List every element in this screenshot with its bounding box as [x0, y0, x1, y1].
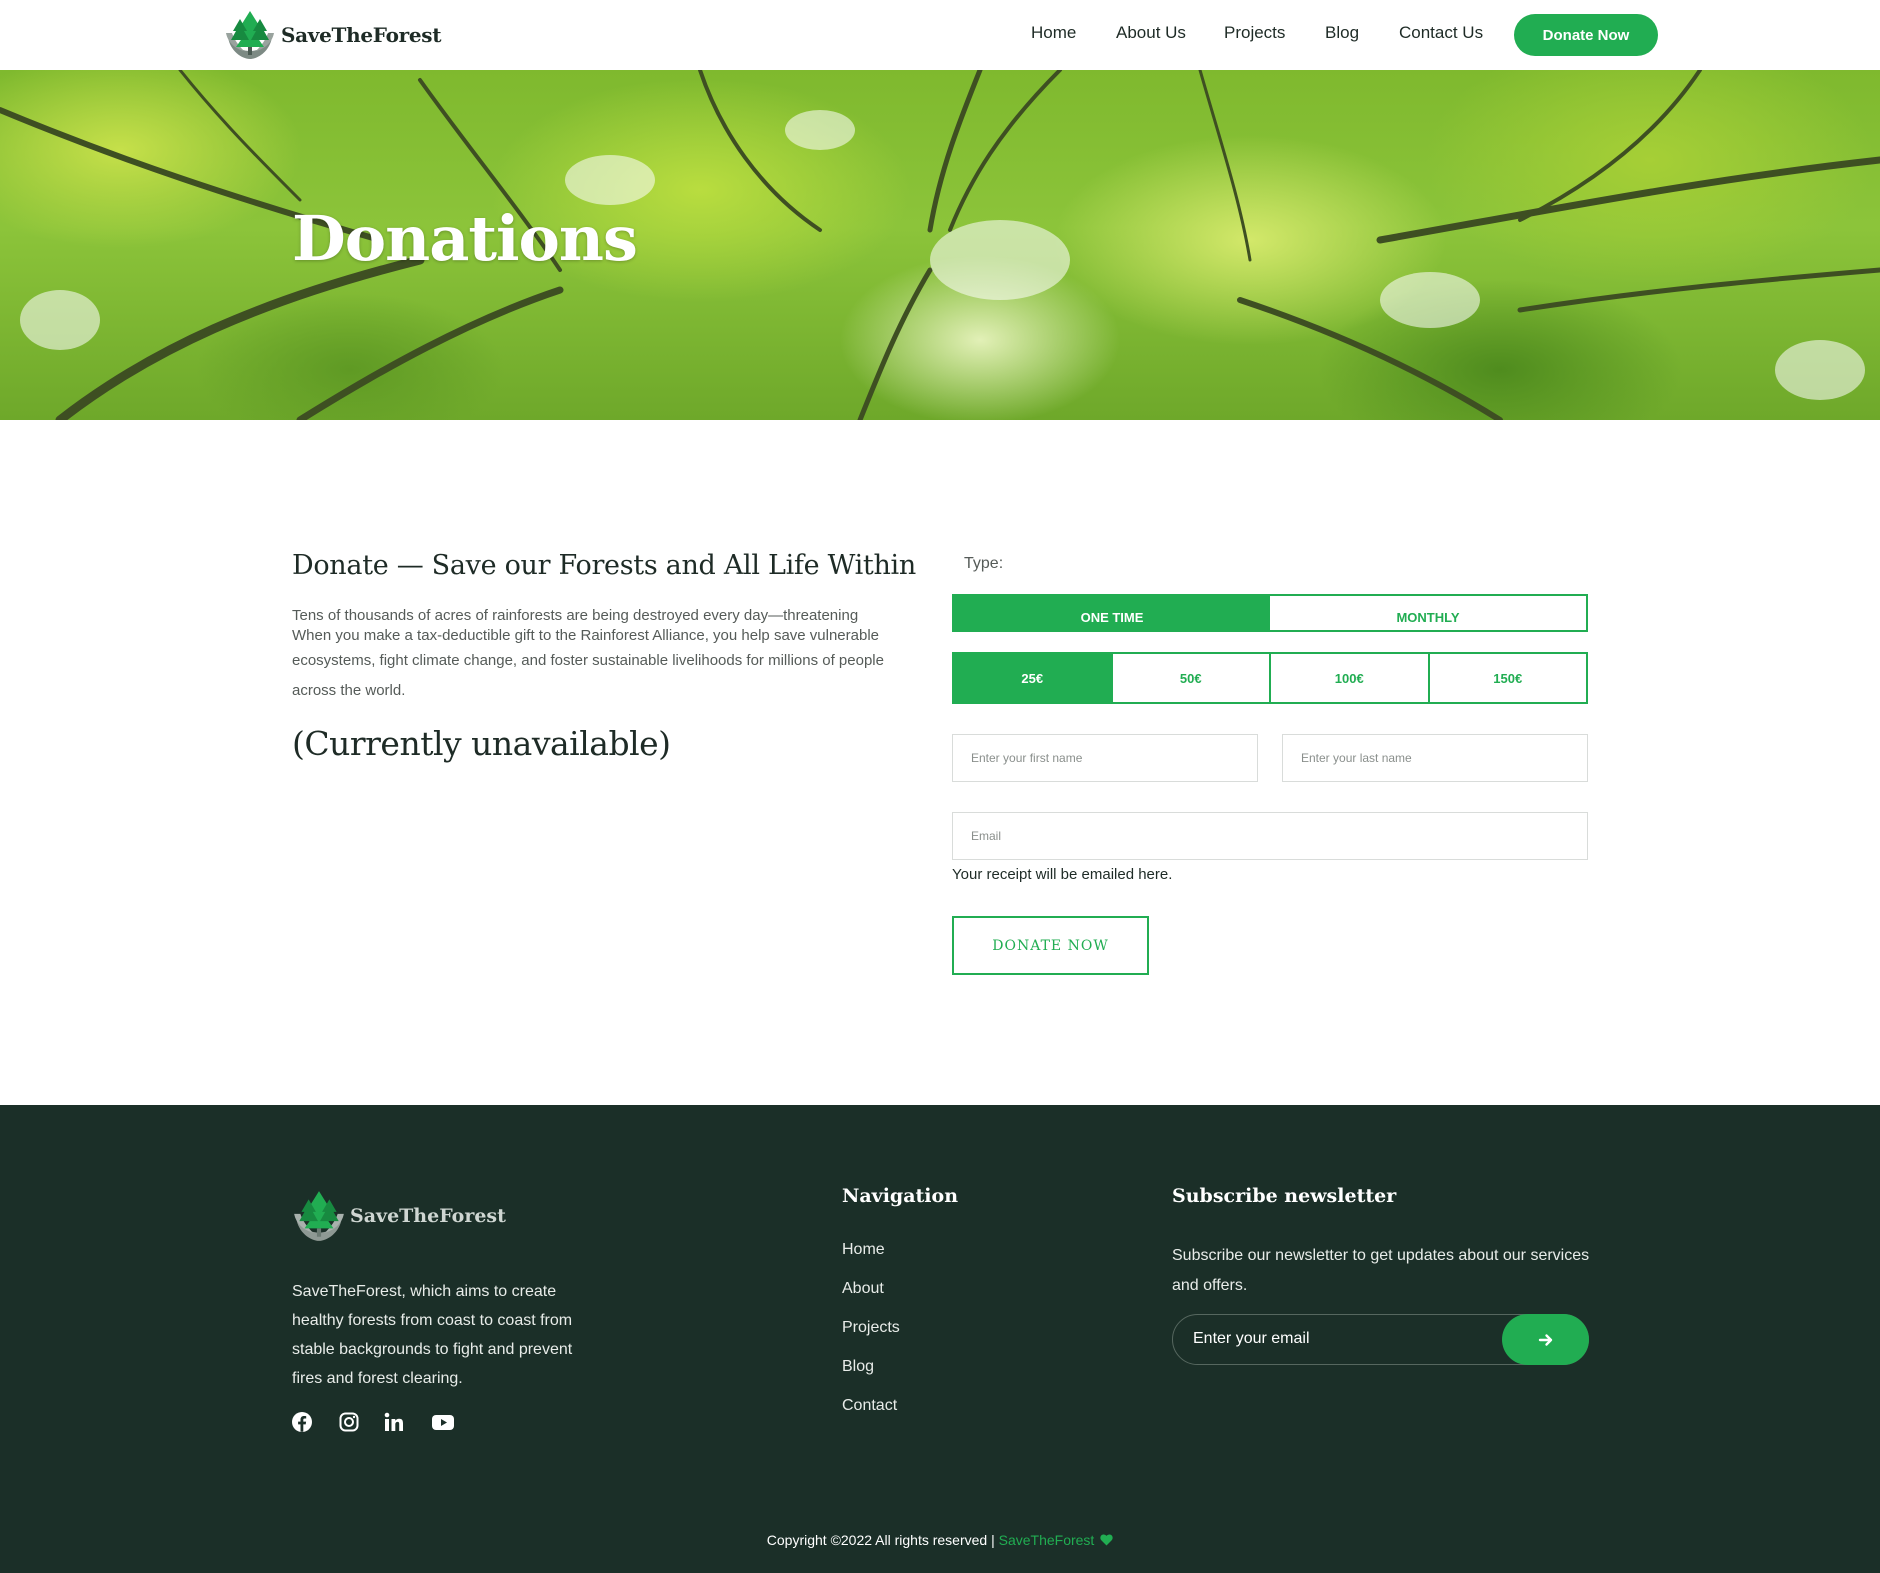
email-field[interactable]: Email	[952, 812, 1588, 860]
description-line-2: When you make a tax-deductible gift to t…	[292, 627, 880, 644]
newsletter-text: Subscribe our newsletter to get updates …	[1172, 1247, 1590, 1294]
amount-100[interactable]: 100€	[1269, 652, 1430, 704]
description-line-3: ecosystems, fight climate change, and fo…	[292, 652, 884, 669]
amount-options: 25€ 50€ 100€ 150€	[952, 652, 1588, 704]
instagram-icon[interactable]	[338, 1411, 360, 1433]
newsletter-email-input[interactable]: Enter your email	[1193, 1330, 1310, 1348]
amount-25[interactable]: 25€	[952, 652, 1113, 704]
donate-description: Tens of thousands of acres of rainforest…	[292, 606, 932, 706]
logo-text: SaveTheForest	[281, 23, 442, 47]
donation-type-toggle: ONE TIME MONTHLY	[952, 594, 1588, 632]
newsletter-submit-button[interactable]	[1502, 1314, 1589, 1365]
header-donate-button[interactable]: Donate Now	[1514, 14, 1658, 56]
heart-icon	[1100, 1534, 1113, 1546]
copyright-text: Copyright ©2022 All rights reserved |	[766, 1532, 999, 1548]
amount-50[interactable]: 50€	[1110, 652, 1271, 704]
description-line-4: across the world.	[292, 682, 406, 699]
footer-nav-projects[interactable]: Projects	[842, 1319, 900, 1337]
site-logo[interactable]: SaveTheForest	[222, 7, 442, 63]
copyright-brand-link[interactable]: SaveTheForest	[999, 1532, 1095, 1548]
nav-contact-us[interactable]: Contact Us	[1399, 23, 1483, 43]
type-monthly[interactable]: MONTHLY	[1270, 596, 1586, 630]
footer-nav-about[interactable]: About	[842, 1280, 884, 1298]
type-label: Type:	[964, 555, 1004, 572]
unavailable-notice: (Currently unavailable)	[292, 724, 671, 763]
footer-nav-heading: Navigation	[842, 1185, 959, 1207]
hero-banner: Donations	[0, 70, 1880, 420]
amount-150[interactable]: 150€	[1427, 652, 1588, 704]
footer-nav-home[interactable]: Home	[842, 1241, 885, 1259]
nav-about-us[interactable]: About Us	[1116, 23, 1186, 43]
newsletter-heading: Subscribe newsletter	[1172, 1185, 1397, 1207]
type-one-time[interactable]: ONE TIME	[954, 596, 1270, 630]
footer-description: SaveTheForest, which aims to create heal…	[292, 1283, 573, 1387]
facebook-icon[interactable]	[291, 1411, 313, 1433]
youtube-icon[interactable]	[431, 1411, 455, 1433]
nav-blog[interactable]: Blog	[1325, 23, 1359, 43]
first-name-field[interactable]: Enter your first name	[952, 734, 1258, 782]
receipt-note: Your receipt will be emailed here.	[952, 866, 1173, 883]
footer-nav-contact[interactable]: Contact	[842, 1397, 897, 1415]
nav-projects[interactable]: Projects	[1224, 23, 1285, 43]
tree-logo-icon	[226, 11, 274, 59]
footer-logo-text: SaveTheForest	[350, 1205, 506, 1227]
arrow-right-icon	[1538, 1333, 1552, 1346]
last-name-field[interactable]: Enter your last name	[1282, 734, 1588, 782]
donate-submit-button[interactable]: DONATE NOW	[952, 916, 1149, 975]
footer-logo[interactable]: SaveTheForest	[290, 1187, 506, 1245]
copyright: Copyright ©2022 All rights reserved | Sa…	[0, 1532, 1880, 1548]
forest-canopy-image	[0, 70, 1880, 420]
site-header: SaveTheForest Home About Us Projects Blo…	[0, 0, 1880, 70]
footer-nav-blog[interactable]: Blog	[842, 1358, 874, 1376]
newsletter-form: Enter your email	[1172, 1314, 1589, 1365]
page-title: Donations	[292, 202, 638, 275]
site-footer: SaveTheForest SaveTheForest, which aims …	[0, 1105, 1880, 1573]
linkedin-icon[interactable]	[383, 1411, 405, 1433]
donate-heading: Donate — Save our Forests and All Life W…	[292, 550, 916, 581]
tree-logo-icon	[294, 1191, 344, 1241]
nav-home[interactable]: Home	[1031, 23, 1076, 43]
description-line-1: Tens of thousands of acres of rainforest…	[292, 607, 859, 624]
